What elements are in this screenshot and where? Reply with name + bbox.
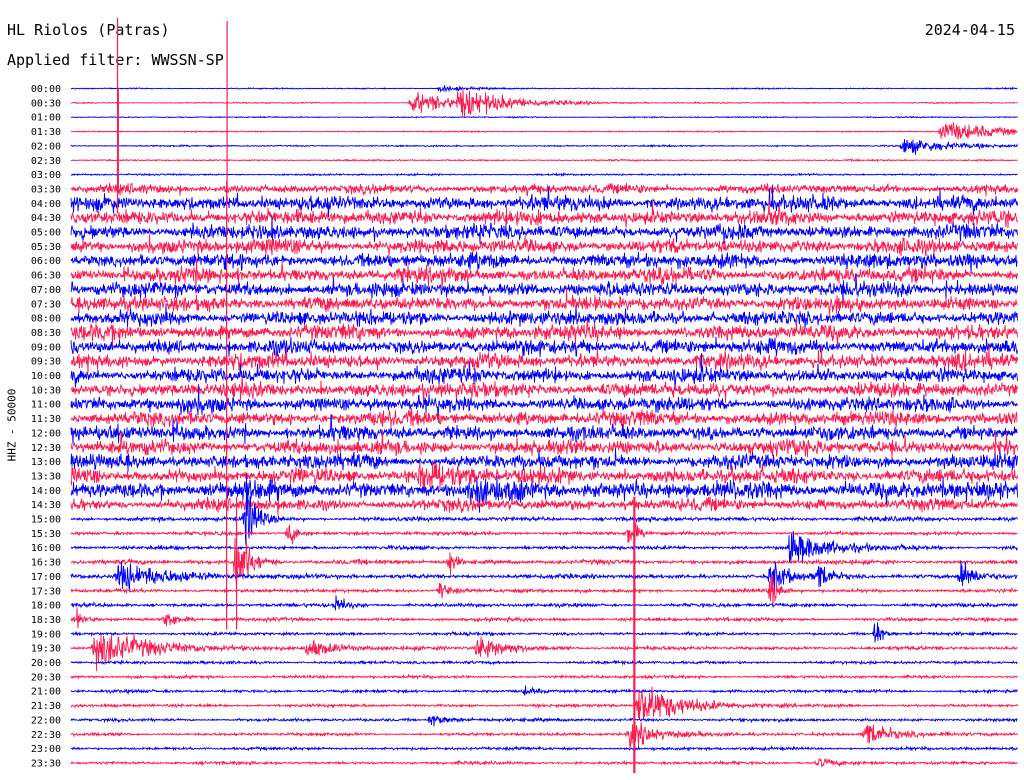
row-time-label: 00:00	[31, 84, 61, 95]
row-time-label: 03:00	[31, 170, 61, 181]
trace-row	[70, 414, 1018, 444]
row-time-label: 04:00	[31, 199, 61, 210]
trace-row	[70, 336, 1018, 358]
trace-row	[70, 530, 1018, 564]
trace-row	[70, 607, 1018, 629]
row-time-label: 03:30	[31, 184, 61, 195]
row-time-label: 01:30	[31, 127, 61, 138]
row-time-label: 21:00	[31, 687, 61, 698]
trace-row	[70, 537, 1018, 587]
row-time-label: 16:00	[31, 543, 61, 554]
row-time-label: 01:00	[31, 113, 61, 124]
trace-row	[70, 157, 1018, 163]
trace-row	[70, 85, 1018, 93]
trace-row	[70, 215, 1018, 245]
trace-row	[70, 719, 1018, 749]
row-time-label: 17:30	[31, 586, 61, 597]
row-time-label: 05:00	[31, 228, 61, 239]
row-time-label: 15:00	[31, 515, 61, 526]
row-time-label: 17:00	[31, 572, 61, 583]
row-time-label: 02:00	[31, 141, 61, 152]
row-time-label: 13:00	[31, 457, 61, 468]
row-time-label: 18:30	[31, 615, 61, 626]
row-time-label: 09:30	[31, 357, 61, 368]
row-time-label: 06:00	[31, 256, 61, 267]
row-time-label: 18:00	[31, 601, 61, 612]
row-time-label: 23:00	[31, 744, 61, 755]
row-time-label: 00:30	[31, 98, 61, 109]
row-time-label: 06:30	[31, 271, 61, 282]
trace-row	[70, 375, 1018, 403]
trace-row	[70, 659, 1018, 666]
helicorder-plot: 00:00 00:30 01:00 01:30 02:00 02:30 03:00 03:30…	[31, 18, 1018, 773]
trace-row	[70, 595, 1018, 611]
row-time-label: 23:30	[31, 758, 61, 769]
row-time-label: 20:30	[31, 672, 61, 683]
row-time-label: 22:30	[31, 730, 61, 741]
trace-row	[70, 622, 1018, 643]
trace-row	[70, 115, 1018, 119]
row-time-label: 08:00	[31, 314, 61, 325]
trace-row	[70, 408, 1018, 429]
row-time-label: 11:30	[31, 414, 61, 425]
row-time-label: 07:00	[31, 285, 61, 296]
row-time-label: 07:30	[31, 299, 61, 310]
trace-row	[70, 560, 1018, 593]
row-time-label: 12:30	[31, 443, 61, 454]
row-time-label: 15:30	[31, 529, 61, 540]
row-time-label: 14:30	[31, 500, 61, 511]
row-time-label: 22:00	[31, 715, 61, 726]
trace-row	[70, 172, 1018, 178]
row-time-label: 20:00	[31, 658, 61, 669]
trace-row	[70, 522, 1018, 545]
trace-row	[70, 574, 1018, 609]
trace-row	[70, 89, 1018, 117]
row-time-label: 13:30	[31, 471, 61, 482]
row-time-label: 05:30	[31, 242, 61, 253]
trace-row	[70, 715, 1018, 727]
trace-row	[70, 685, 1018, 696]
row-time-label: 19:00	[31, 629, 61, 640]
trace-row	[70, 496, 1018, 517]
row-time-label: 12:00	[31, 428, 61, 439]
trace-row	[70, 473, 1018, 546]
row-time-label: 10:30	[31, 385, 61, 396]
trace-row	[70, 182, 1018, 197]
row-time-label: 14:00	[31, 486, 61, 497]
row-time-label: 10:00	[31, 371, 61, 382]
trace-row	[70, 319, 1018, 348]
trace-row	[70, 139, 1018, 155]
helicorder-page: HL Riolos (Patras) 2024-04-15 Applied fi…	[0, 0, 1024, 780]
trace-row	[70, 744, 1018, 752]
row-time-label: 11:00	[31, 400, 61, 411]
trace-row	[70, 673, 1018, 681]
trace-row	[70, 122, 1018, 140]
row-time-label: 19:30	[31, 644, 61, 655]
row-time-label: 16:30	[31, 558, 61, 569]
trace-row	[70, 758, 1018, 768]
row-time-label: 04:30	[31, 213, 61, 224]
row-time-label: 21:30	[31, 701, 61, 712]
row-time-label: 08:30	[31, 328, 61, 339]
row-time-label: 02:30	[31, 156, 61, 167]
row-time-label: 09:00	[31, 342, 61, 353]
